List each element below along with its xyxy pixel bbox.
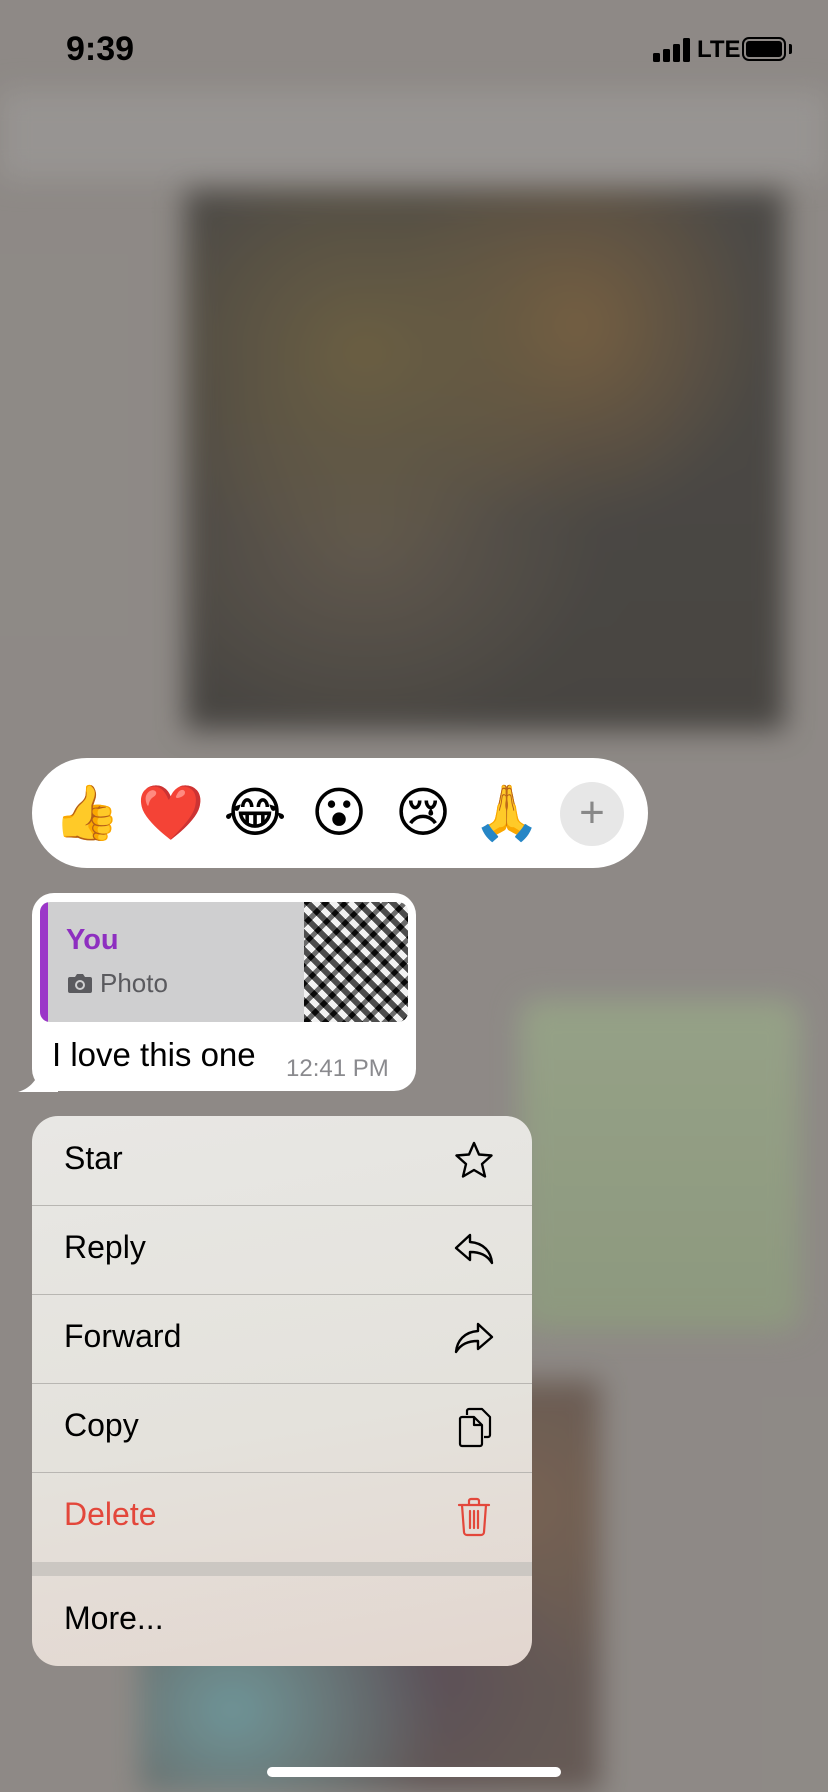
menu-item-label: More... bbox=[64, 1600, 164, 1636]
reaction-red-heart[interactable]: ❤️ bbox=[136, 778, 206, 848]
menu-separator bbox=[32, 1562, 532, 1576]
star-icon bbox=[455, 1141, 493, 1178]
menu-item-copy[interactable]: Copy bbox=[32, 1383, 532, 1473]
reaction-thumbs-up[interactable]: 👍 bbox=[52, 778, 122, 848]
menu-item-label: Delete bbox=[64, 1496, 157, 1532]
forward-icon bbox=[454, 1322, 494, 1354]
reaction-folded-hands[interactable]: 🙏 bbox=[472, 778, 542, 848]
quote-accent-bar bbox=[40, 902, 48, 1022]
menu-item-label: Copy bbox=[64, 1407, 139, 1443]
message-timestamp: 12:41 PM bbox=[286, 1055, 389, 1082]
network-type: LTE bbox=[697, 36, 741, 63]
message-text: I love this one bbox=[52, 1036, 256, 1073]
context-menu: Star Reply Forward Copy Delete More... bbox=[32, 1116, 532, 1666]
quoted-message[interactable]: You Photo bbox=[40, 902, 408, 1022]
reaction-tears-of-joy[interactable]: 😂 bbox=[220, 778, 290, 848]
quote-photo-thumbnail bbox=[304, 902, 408, 1022]
menu-item-label: Reply bbox=[64, 1229, 146, 1265]
copy-icon bbox=[458, 1407, 492, 1448]
menu-item-forward[interactable]: Forward bbox=[32, 1294, 532, 1384]
quote-type: Photo bbox=[100, 968, 168, 998]
reply-icon bbox=[454, 1233, 494, 1265]
menu-item-more[interactable]: More... bbox=[32, 1576, 532, 1666]
status-bar: 9:39 LTE bbox=[0, 0, 828, 100]
menu-item-label: Forward bbox=[64, 1318, 182, 1354]
menu-item-star[interactable]: Star bbox=[32, 1116, 532, 1206]
reaction-surprised[interactable]: 😮 bbox=[304, 778, 374, 848]
camera-icon bbox=[68, 974, 92, 993]
menu-item-delete[interactable]: Delete bbox=[32, 1472, 532, 1561]
battery-cap bbox=[789, 44, 792, 54]
home-indicator[interactable] bbox=[267, 1767, 561, 1777]
add-reaction-button[interactable]: + bbox=[560, 782, 624, 846]
menu-item-reply[interactable]: Reply bbox=[32, 1205, 532, 1295]
reaction-bar: 👍 ❤️ 😂 😮 😢 🙏 + bbox=[32, 758, 648, 868]
trash-icon bbox=[457, 1497, 491, 1537]
menu-item-label: Star bbox=[64, 1140, 123, 1176]
quote-author: You bbox=[66, 924, 119, 956]
cellular-signal-icon bbox=[653, 38, 691, 62]
reaction-crying[interactable]: 😢 bbox=[388, 778, 458, 848]
battery-icon bbox=[742, 37, 786, 61]
status-time: 9:39 bbox=[66, 30, 135, 68]
